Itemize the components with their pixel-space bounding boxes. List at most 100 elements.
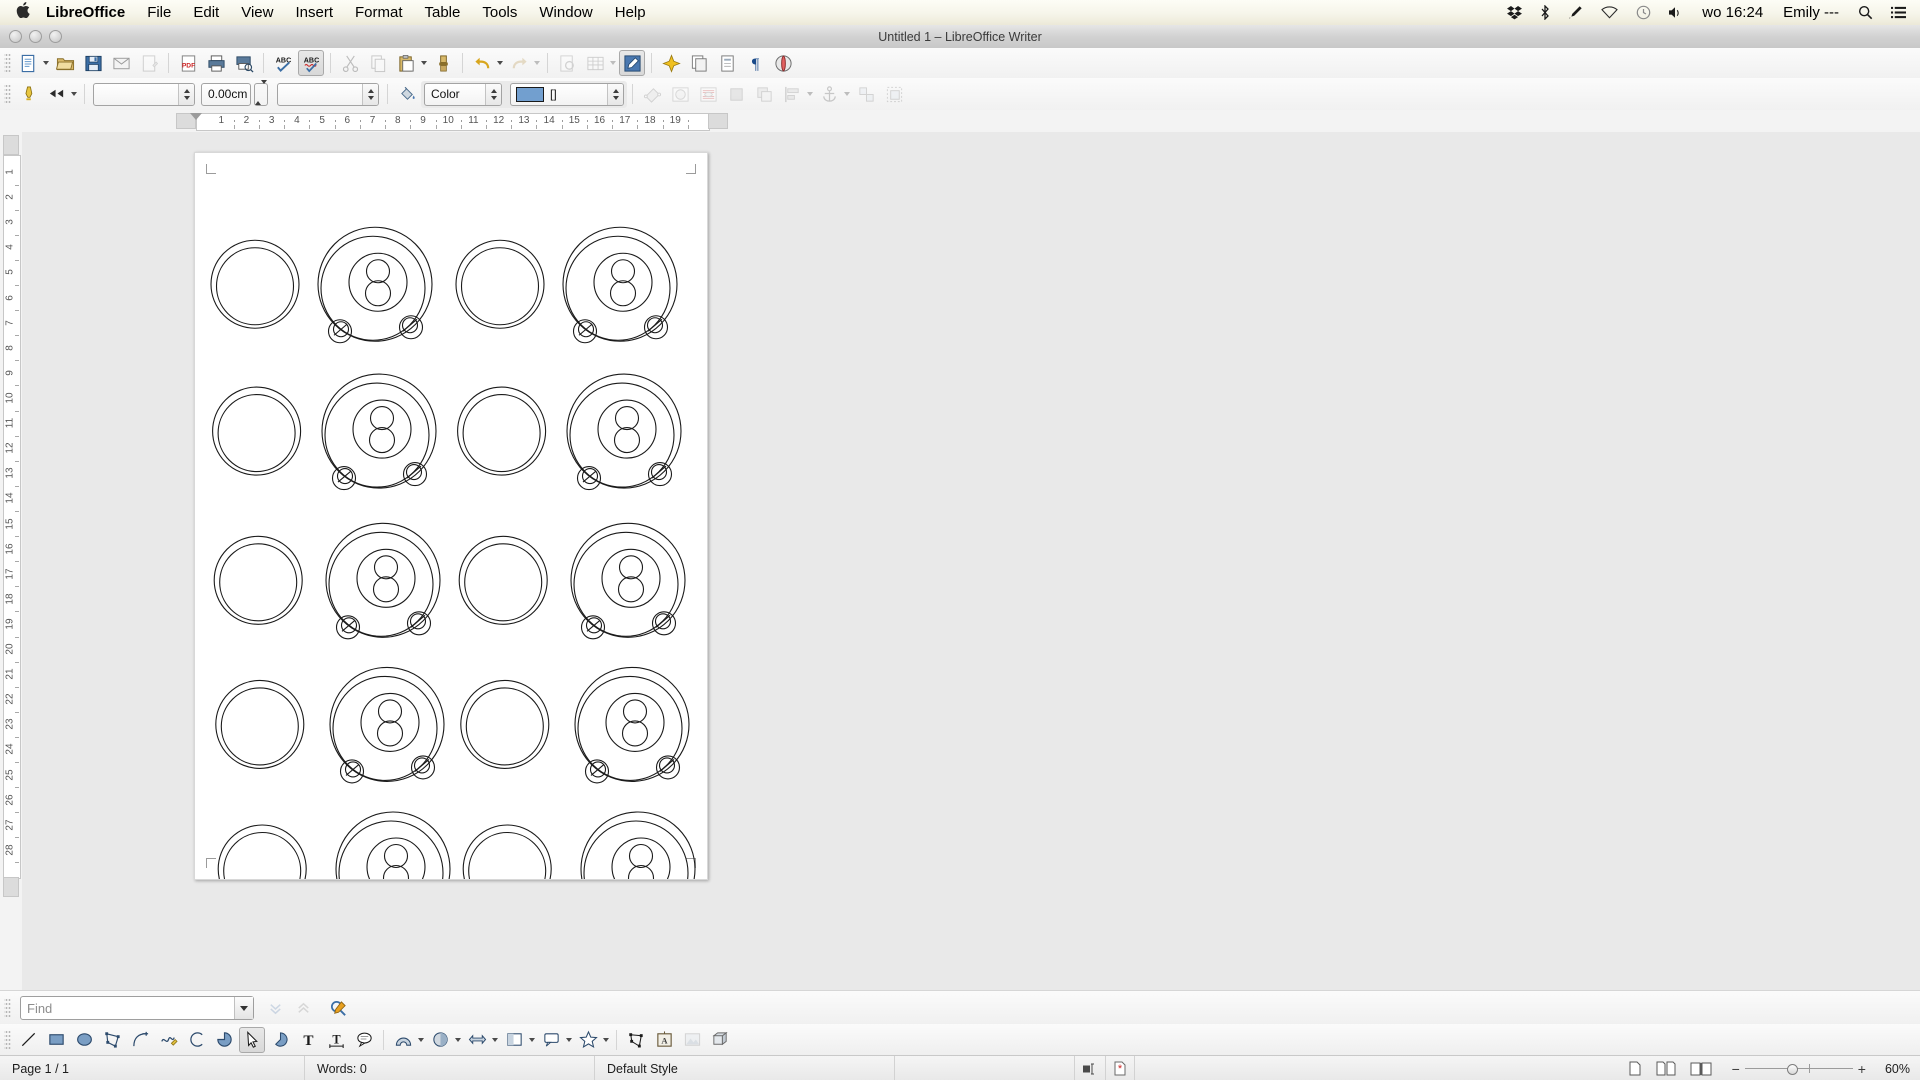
status-language[interactable]	[895, 1056, 1075, 1080]
upper-dot[interactable]	[614, 406, 640, 431]
basic-shapes-menu[interactable]	[390, 1027, 416, 1053]
outer-ring-2[interactable]	[569, 382, 675, 488]
paste-dropdown-icon[interactable]	[421, 61, 427, 65]
zoom-slider-track[interactable]	[1744, 1064, 1853, 1075]
cut-button[interactable]	[337, 50, 363, 76]
copy-button[interactable]	[365, 50, 391, 76]
curve-tool[interactable]	[127, 1027, 153, 1053]
document-workspace[interactable]	[22, 132, 1920, 990]
print-preview-button[interactable]	[231, 50, 257, 76]
inner-ring[interactable]	[217, 394, 296, 473]
outer-ring-2[interactable]	[583, 820, 689, 879]
toolbar-drag-handle[interactable]	[4, 83, 11, 105]
drawn-shapes-group[interactable]	[195, 153, 707, 879]
find-replace-button[interactable]	[554, 50, 580, 76]
gallery-button[interactable]	[770, 50, 796, 76]
menu-window[interactable]: Window	[528, 0, 603, 25]
horizontal-ruler[interactable]: 1 2 3 4 5 6 7 8 9 10 11 12 13 14 15 16 17 18 19	[0, 110, 1920, 133]
chevron-down-icon[interactable]	[234, 997, 253, 1019]
lower-dot[interactable]	[376, 720, 404, 747]
align-objects-button[interactable]	[779, 81, 805, 107]
select-tool[interactable]	[239, 1026, 265, 1053]
find-and-replace-button[interactable]	[325, 995, 351, 1021]
detailed-ring-shape[interactable]	[580, 811, 696, 879]
menu-bar-clock[interactable]: wo 16:24	[1692, 0, 1773, 25]
detailed-ring-shape[interactable]	[317, 226, 433, 344]
outer-ring[interactable]	[215, 679, 305, 769]
inner-ring[interactable]	[219, 543, 298, 622]
detailed-ring-shape[interactable]	[574, 666, 690, 784]
inner-ring[interactable]	[465, 687, 544, 766]
outer-ring-2[interactable]	[573, 531, 679, 637]
unsaved-changes-icon[interactable]: *	[1106, 1056, 1135, 1080]
inner-ring[interactable]	[223, 831, 302, 880]
detailed-ring-shape[interactable]	[329, 666, 445, 784]
find-input-wrapper[interactable]	[20, 996, 254, 1020]
symbol-shapes-menu[interactable]	[427, 1027, 453, 1053]
outer-ring[interactable]	[212, 386, 302, 476]
formatting-marks-button[interactable]: ¶	[742, 50, 768, 76]
plain-ring-shape[interactable]	[217, 824, 307, 880]
menu-help[interactable]: Help	[604, 0, 657, 25]
anchor-button[interactable]	[816, 81, 842, 107]
selection-mode-icon[interactable]	[1075, 1056, 1106, 1080]
outer-ring-2[interactable]	[577, 675, 683, 781]
notification-center-icon[interactable]	[1882, 0, 1920, 25]
lower-dot[interactable]	[617, 576, 645, 603]
block-arrows-dropdown-icon[interactable]	[492, 1037, 498, 1042]
spelling-button[interactable]: ABC	[270, 50, 296, 76]
insert-table-button[interactable]	[582, 50, 608, 76]
basic-shapes-dropdown-icon[interactable]	[418, 1037, 424, 1042]
align-objects-dropdown-icon[interactable]	[807, 92, 813, 96]
lower-dot[interactable]	[609, 280, 637, 307]
status-page-number[interactable]: Page 1 / 1	[0, 1056, 305, 1080]
stars-shapes-menu[interactable]	[575, 1027, 601, 1053]
inner-ring[interactable]	[462, 394, 541, 473]
upper-dot[interactable]	[377, 699, 403, 724]
plain-ring-shape[interactable]	[455, 239, 545, 329]
upper-dot[interactable]	[610, 259, 636, 284]
arc-tool[interactable]	[183, 1027, 209, 1053]
outer-ring-2[interactable]	[332, 675, 438, 781]
outer-ring[interactable]	[460, 679, 550, 769]
plain-ring-shape[interactable]	[458, 535, 548, 625]
inner-ring[interactable]	[464, 543, 543, 622]
wrap-off-button[interactable]	[667, 81, 693, 107]
bluetooth-icon[interactable]	[1531, 0, 1559, 25]
menu-table[interactable]: Table	[414, 0, 472, 25]
freeform-line-tool[interactable]	[155, 1027, 181, 1053]
export-pdf-button[interactable]: PDF	[175, 50, 201, 76]
outer-ring[interactable]	[335, 811, 451, 879]
bring-to-front-button[interactable]	[751, 81, 777, 107]
show-draw-functions-button[interactable]	[619, 50, 645, 76]
right-margin-area[interactable]	[708, 113, 728, 129]
line-color-combo[interactable]	[277, 82, 379, 106]
outer-ring-2[interactable]	[565, 235, 671, 341]
lower-dot[interactable]	[372, 576, 400, 603]
menu-tools[interactable]: Tools	[471, 0, 528, 25]
first-line-indent-marker[interactable]	[190, 113, 202, 120]
fontwork-gallery-button[interactable]: A	[651, 1027, 677, 1053]
plain-ring-shape[interactable]	[210, 239, 300, 329]
menu-bar-user[interactable]: Emily ---	[1773, 0, 1849, 25]
email-document-button[interactable]	[108, 50, 134, 76]
fill-style-combo[interactable]: Color	[424, 82, 502, 106]
outer-ring-2[interactable]	[320, 235, 426, 341]
outer-ring[interactable]	[213, 535, 303, 625]
callout-shapes-menu[interactable]	[538, 1027, 564, 1053]
detailed-ring-shape[interactable]	[562, 226, 678, 344]
plain-ring-shape[interactable]	[213, 535, 303, 625]
paste-button[interactable]	[393, 50, 419, 76]
zoom-in-button[interactable]: +	[1853, 1061, 1871, 1077]
line-color-button[interactable]	[15, 81, 41, 107]
toolbar-drag-handle[interactable]	[4, 1028, 11, 1051]
menu-format[interactable]: Format	[344, 0, 414, 25]
line-width-field[interactable]: 0.00cm	[201, 82, 251, 106]
clone-formatting-button[interactable]	[430, 50, 456, 76]
new-document-button[interactable]	[15, 50, 41, 76]
redo-button[interactable]	[506, 50, 532, 76]
volume-icon[interactable]	[1660, 0, 1692, 25]
ellipse-tool[interactable]	[71, 1027, 97, 1053]
line-style-combo[interactable]	[93, 82, 195, 106]
callout-tool[interactable]	[351, 1027, 377, 1053]
